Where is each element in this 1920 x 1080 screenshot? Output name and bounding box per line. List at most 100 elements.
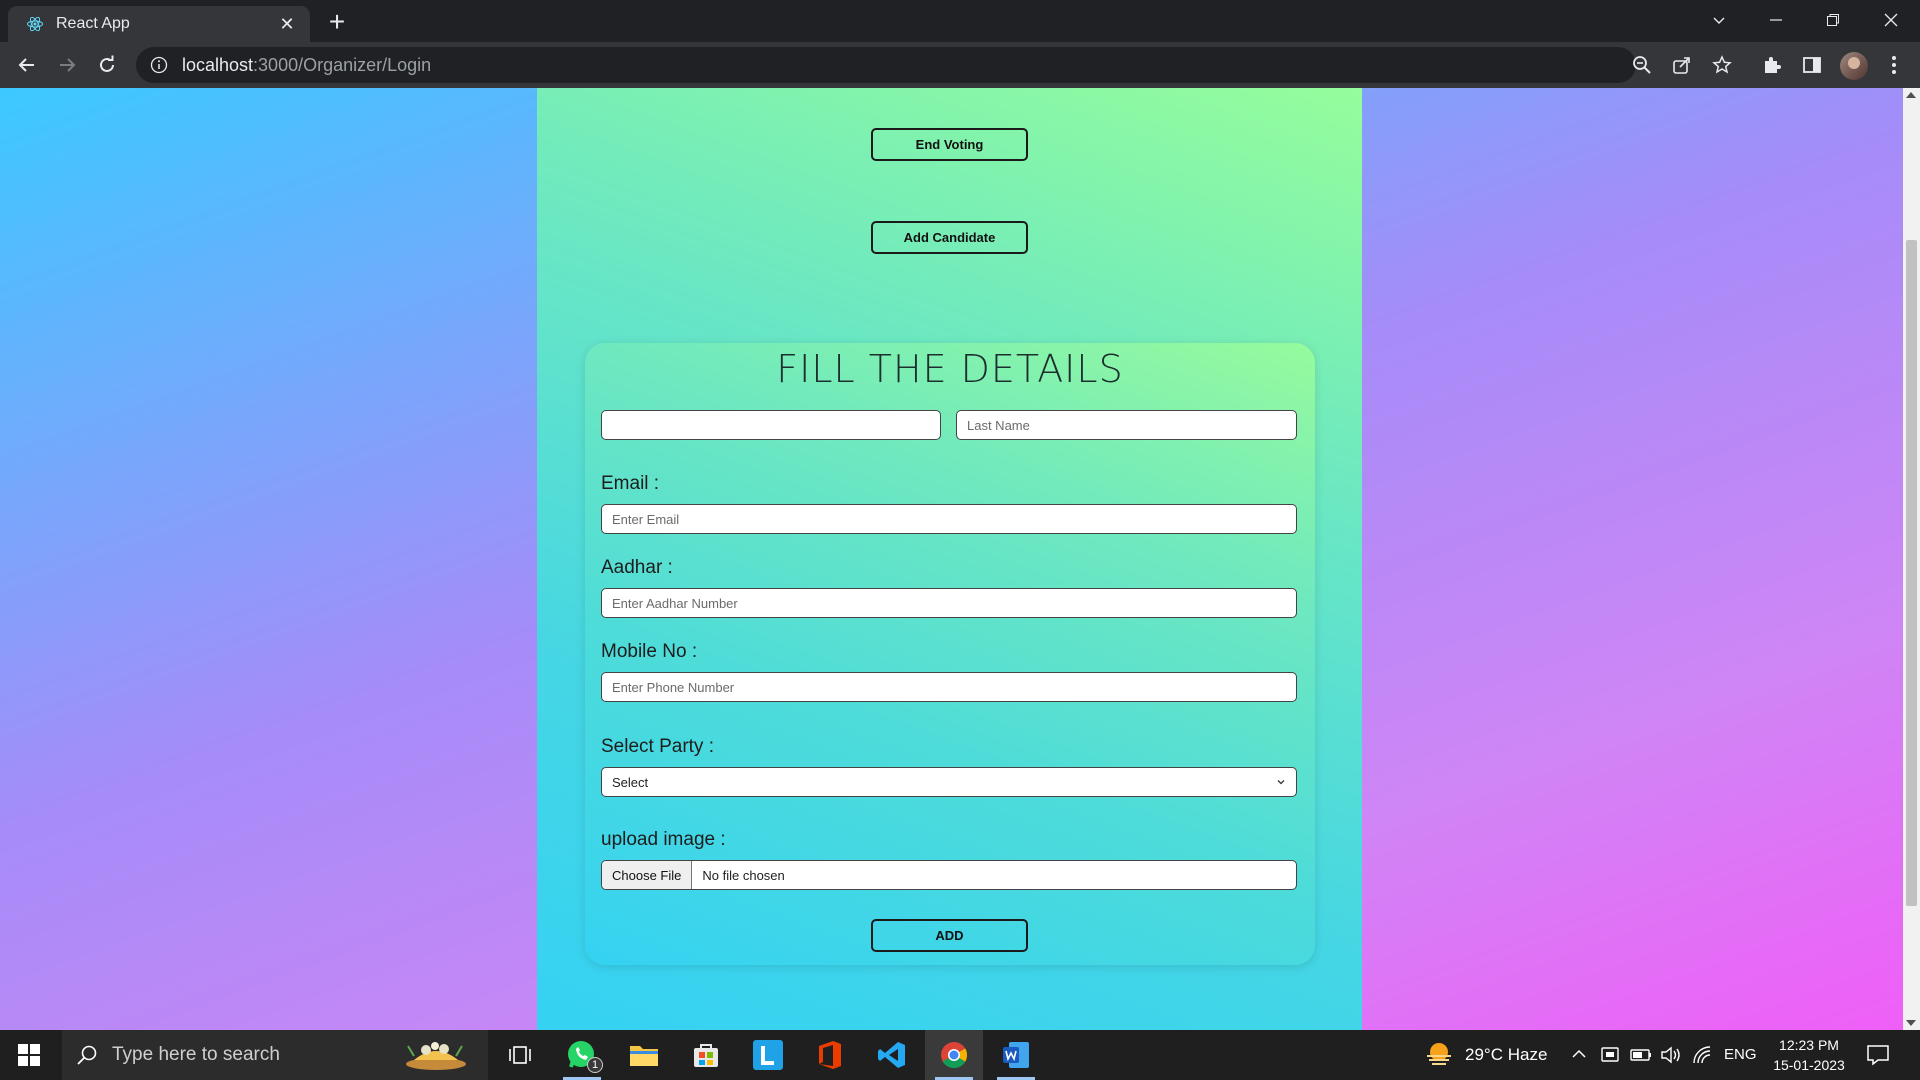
email-label: Email :: [601, 473, 660, 494]
browser-menu-button[interactable]: [1880, 51, 1908, 79]
l-logo-icon: [753, 1040, 783, 1070]
react-logo-icon: [26, 15, 44, 33]
add-candidate-button[interactable]: Add Candidate: [871, 221, 1028, 254]
folder-icon: [630, 1046, 658, 1066]
party-label: Select Party :: [601, 736, 714, 757]
chevron-down-icon: [1713, 17, 1725, 24]
url-path: :3000/Organizer/Login: [253, 54, 432, 75]
whatsapp-badge: 1: [587, 1057, 603, 1073]
end-voting-button[interactable]: End Voting: [871, 128, 1028, 161]
festival-decoration-icon: [406, 1042, 466, 1070]
tab-search-button[interactable]: [1696, 4, 1742, 36]
email-input[interactable]: [601, 504, 1297, 534]
weather-text[interactable]: 29°C Haze: [1465, 1045, 1547, 1065]
browser-tabstrip: React App ✕ +: [0, 0, 1920, 42]
star-icon: [1712, 55, 1732, 74]
start-button[interactable]: [0, 1030, 58, 1080]
minimize-button[interactable]: [1753, 4, 1799, 36]
form-title: FILL THE DETAILS: [776, 347, 1124, 391]
minimize-icon: [1770, 19, 1782, 21]
clock-date: 15-01-2023: [1773, 1057, 1845, 1073]
file-explorer-app[interactable]: [615, 1030, 673, 1080]
chrome-app[interactable]: [925, 1030, 983, 1080]
arrow-left-icon: [18, 58, 34, 72]
arrow-right-icon: [60, 58, 76, 72]
microsoft-store-app[interactable]: [677, 1030, 735, 1080]
file-status: No file chosen: [702, 867, 785, 883]
vscode-icon: [878, 1042, 905, 1068]
mobile-input[interactable]: [601, 672, 1297, 702]
party-select[interactable]: Select: [601, 767, 1297, 797]
share-button[interactable]: [1668, 51, 1696, 79]
profile-avatar[interactable]: [1840, 52, 1868, 80]
chevron-down-icon: [1277, 780, 1285, 785]
browser-toolbar: localhost:3000/Organizer/Login: [0, 42, 1920, 88]
back-button[interactable]: [11, 49, 43, 81]
l-app[interactable]: [739, 1030, 797, 1080]
language-indicator[interactable]: ENG: [1724, 1046, 1757, 1063]
word-app[interactable]: [987, 1030, 1045, 1080]
scroll-up-icon[interactable]: [1906, 92, 1916, 98]
search-placeholder: Type here to search: [112, 1044, 280, 1065]
url-host: localhost: [182, 54, 254, 75]
word-icon: [1003, 1042, 1029, 1068]
share-icon: [1673, 57, 1690, 74]
weather-haze-icon: [1427, 1043, 1451, 1065]
task-view-icon: [509, 1046, 531, 1064]
chrome-icon: [941, 1042, 968, 1069]
scrollbar-thumb[interactable]: [1906, 240, 1917, 906]
side-panel-icon: [1803, 57, 1821, 73]
reload-button[interactable]: [91, 49, 123, 81]
last-name-input[interactable]: [956, 410, 1297, 440]
battery-icon[interactable]: [1630, 1046, 1652, 1064]
new-tab-button[interactable]: +: [322, 8, 352, 38]
side-panel-button[interactable]: [1798, 51, 1826, 79]
vscode-app[interactable]: [863, 1030, 921, 1080]
image-file-input[interactable]: Choose File No file chosen: [601, 860, 1297, 890]
reload-icon: [100, 55, 114, 72]
whatsapp-app[interactable]: 1: [553, 1030, 611, 1080]
notification-icon[interactable]: [1866, 1044, 1890, 1066]
volume-icon[interactable]: [1660, 1045, 1682, 1065]
restore-button[interactable]: [1810, 4, 1856, 36]
close-icon: [1884, 13, 1898, 27]
address-bar[interactable]: localhost:3000/Organizer/Login: [136, 47, 1636, 83]
device-icon[interactable]: [1600, 1045, 1620, 1065]
kebab-menu-icon: [1892, 56, 1896, 74]
party-select-value: Select: [612, 774, 649, 790]
taskbar-search[interactable]: Type here to search: [62, 1030, 488, 1080]
choose-file-button[interactable]: Choose File: [602, 861, 693, 889]
office-app[interactable]: [801, 1030, 859, 1080]
forward-button[interactable]: [51, 49, 83, 81]
browser-tab[interactable]: React App ✕: [8, 6, 310, 42]
upload-label: upload image :: [601, 829, 726, 850]
store-icon: [694, 1044, 718, 1067]
scroll-down-icon[interactable]: [1906, 1020, 1916, 1026]
wifi-icon[interactable]: [1692, 1045, 1712, 1065]
clock-time: 12:23 PM: [1779, 1037, 1839, 1053]
restore-icon: [1827, 14, 1839, 26]
office-icon: [819, 1041, 841, 1069]
zoom-icon: [1633, 56, 1651, 74]
task-view-button[interactable]: [491, 1030, 549, 1080]
tab-close-icon[interactable]: ✕: [276, 13, 298, 35]
puzzle-icon: [1765, 57, 1781, 73]
tab-title: React App: [56, 15, 130, 32]
bookmark-button[interactable]: [1708, 51, 1736, 79]
close-window-button[interactable]: [1868, 4, 1914, 36]
zoom-button[interactable]: [1628, 51, 1656, 79]
candidate-form-card: FILL THE DETAILS Email : Aadhar : Mobile…: [585, 343, 1315, 965]
search-icon: [77, 1045, 97, 1065]
system-clock[interactable]: 12:23 PM 15-01-2023: [1764, 1035, 1854, 1075]
page-scrollbar[interactable]: [1903, 88, 1920, 1030]
first-name-input[interactable]: [601, 410, 941, 440]
aadhar-input[interactable]: [601, 588, 1297, 618]
add-button[interactable]: ADD: [871, 919, 1028, 952]
mobile-label: Mobile No :: [601, 641, 698, 662]
page-viewport: End Voting Add Candidate FILL THE DETAIL…: [0, 88, 1920, 1030]
extensions-button[interactable]: [1758, 51, 1786, 79]
chevron-up-icon[interactable]: [1572, 1048, 1586, 1060]
site-info-icon: [150, 56, 168, 74]
organizer-panel: End Voting Add Candidate FILL THE DETAIL…: [537, 88, 1362, 1030]
windows-logo-icon: [18, 1044, 40, 1066]
